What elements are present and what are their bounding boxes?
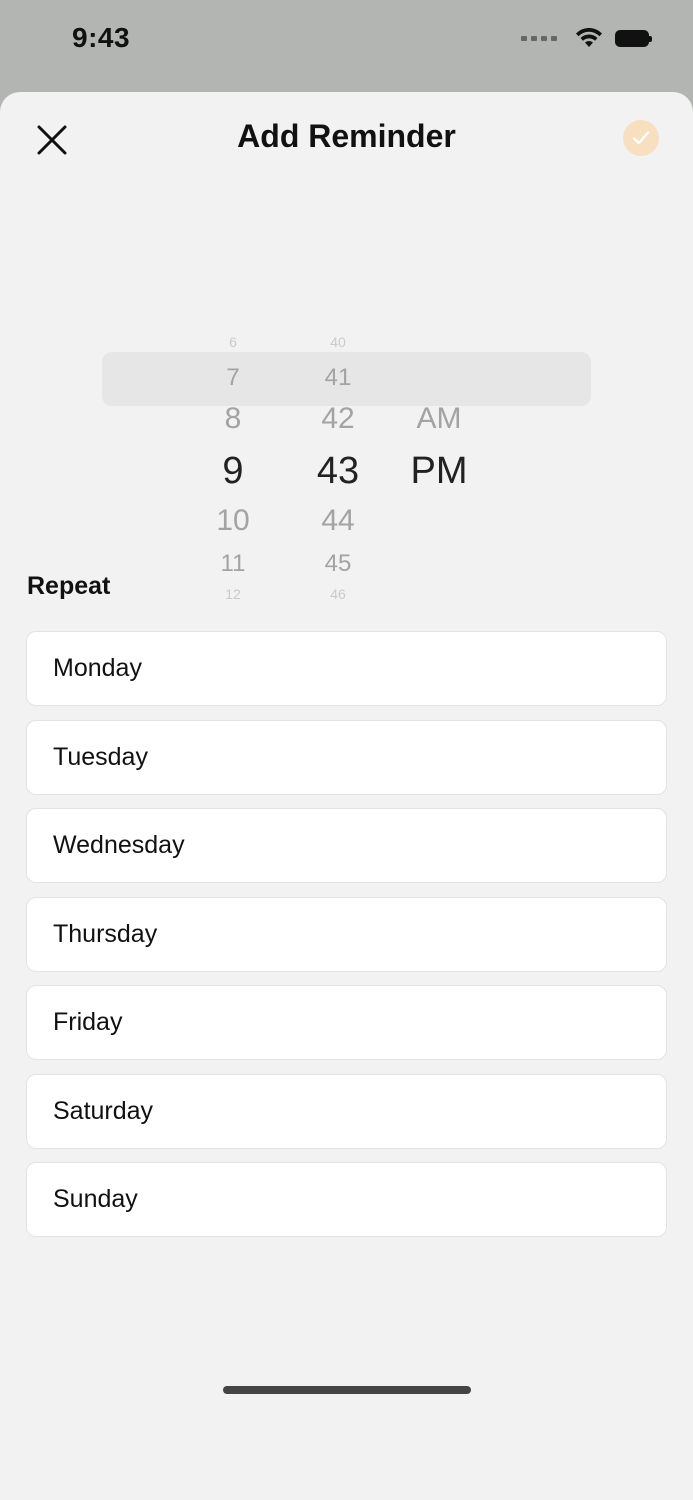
day-item-tuesday[interactable]: Tuesday — [26, 719, 667, 795]
hour-option-selected: 9 — [222, 450, 244, 492]
minute-option: 45 — [324, 550, 352, 577]
hour-option: 6 — [229, 334, 237, 350]
day-label: Friday — [53, 1008, 123, 1036]
page-title: Add Reminder — [237, 118, 456, 154]
hour-option: 12 — [225, 586, 241, 602]
period-wheel[interactable]: AM PM — [394, 230, 484, 520]
checkmark-icon — [632, 131, 650, 145]
status-bar: 9:43 — [0, 0, 693, 92]
home-indicator — [223, 1386, 471, 1394]
day-item-wednesday[interactable]: Wednesday — [26, 808, 667, 883]
signal-icon — [521, 35, 557, 41]
day-item-thursday[interactable]: Thursday — [26, 896, 667, 972]
minute-option: 40 — [330, 334, 346, 350]
minute-option: 42 — [321, 402, 355, 435]
minute-option: 41 — [324, 364, 352, 391]
repeat-day-list: Monday Tuesday Wednesday Thursday Friday… — [26, 631, 667, 1251]
hour-option: 8 — [224, 402, 242, 435]
hour-wheel[interactable]: 6 7 8 9 10 11 12 — [188, 230, 278, 602]
day-label: Thursday — [53, 919, 158, 948]
day-label: Wednesday — [53, 831, 185, 859]
day-label: Saturday — [53, 1096, 154, 1125]
minute-option: 46 — [330, 586, 346, 602]
period-option-selected: PM — [410, 450, 468, 492]
day-item-monday[interactable]: Monday — [26, 631, 667, 706]
confirm-button[interactable] — [623, 120, 659, 156]
hour-option: 10 — [216, 504, 250, 537]
hour-option: 11 — [220, 550, 246, 577]
minute-option-selected: 43 — [316, 450, 360, 492]
day-label: Monday — [53, 654, 142, 682]
status-time: 9:43 — [72, 22, 131, 53]
minute-option: 44 — [321, 504, 355, 537]
repeat-label: Repeat — [27, 572, 111, 600]
day-label: Tuesday — [53, 742, 148, 771]
minute-wheel[interactable]: 40 41 42 43 44 45 46 — [293, 230, 383, 602]
wifi-icon — [576, 28, 602, 47]
day-item-sunday[interactable]: Sunday — [26, 1162, 667, 1237]
day-label: Sunday — [53, 1185, 138, 1213]
day-item-saturday[interactable]: Saturday — [26, 1073, 667, 1149]
time-picker: 6 7 8 9 10 11 12 40 41 42 43 44 45 46 AM… — [0, 230, 693, 602]
period-option: AM — [416, 402, 462, 435]
hour-option: 7 — [226, 364, 240, 391]
battery-icon — [615, 29, 652, 47]
day-item-friday[interactable]: Friday — [26, 985, 667, 1060]
status-icons — [521, 28, 652, 48]
